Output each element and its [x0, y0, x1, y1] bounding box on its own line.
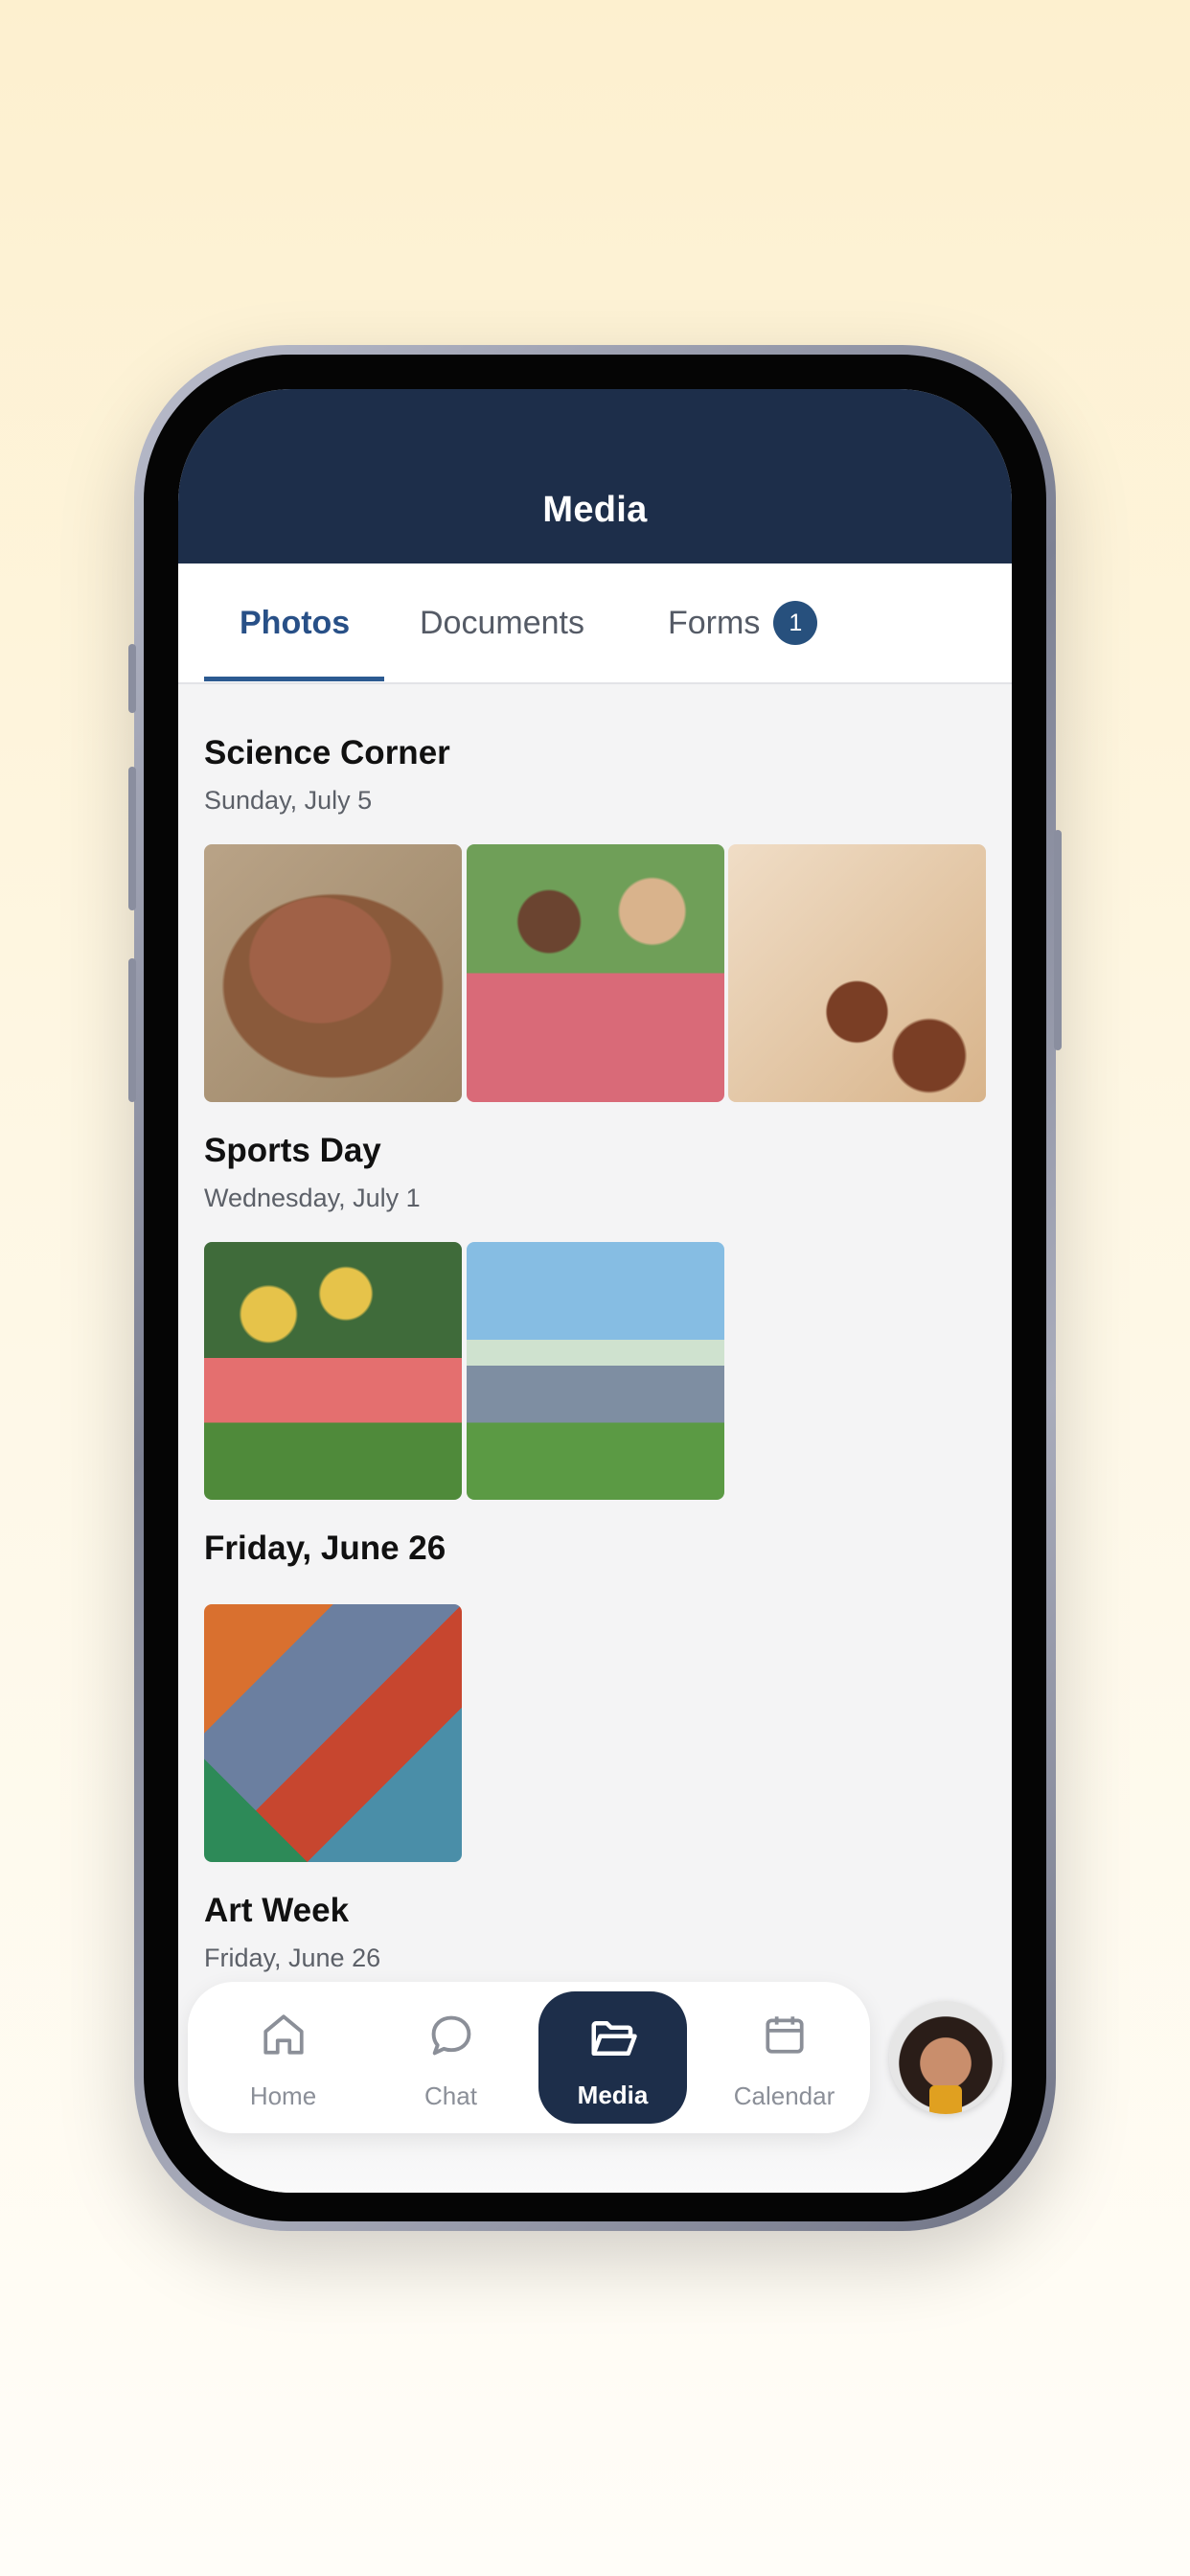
nav-calendar[interactable]: Calendar: [710, 1982, 858, 2133]
section-date: Sunday, July 5: [204, 786, 373, 815]
tab-label: Documents: [420, 604, 584, 641]
photo-thumbnail[interactable]: [467, 1242, 724, 1500]
phone-side-button: [128, 644, 136, 713]
tab-bar: Photos Documents Forms 1: [178, 564, 1012, 684]
forms-count-badge: 1: [773, 601, 818, 645]
chat-icon: [431, 2015, 470, 2056]
photo-thumbnail[interactable]: [204, 1604, 462, 1862]
app-header: Media: [178, 389, 1012, 564]
photo-thumbnail[interactable]: [204, 1242, 462, 1500]
nav-home[interactable]: Home: [209, 1982, 357, 2133]
bottom-navigation: Home Chat Media Calendar: [188, 1982, 870, 2133]
photo-thumbnail[interactable]: [204, 844, 462, 1102]
photo-thumbnail[interactable]: [728, 844, 986, 1102]
section-date: Wednesday, July 1: [204, 1184, 421, 1212]
tab-forms[interactable]: Forms 1: [668, 564, 818, 682]
tab-photos[interactable]: Photos: [240, 564, 350, 682]
nav-label: Calendar: [733, 2082, 835, 2110]
active-tab-indicator: [204, 677, 384, 681]
phone-side-button: [128, 958, 136, 1102]
page-title: Media: [542, 490, 648, 530]
home-icon: [263, 2014, 304, 2055]
folder-icon: [591, 2021, 637, 2056]
content-fade: [178, 2133, 1012, 2193]
tab-label: Photos: [240, 604, 351, 641]
nav-label: Media: [577, 2081, 649, 2109]
avatar[interactable]: [889, 2001, 1002, 2114]
tab-documents[interactable]: Documents: [420, 564, 584, 682]
section-title: Science Corner: [204, 734, 450, 771]
photo-thumbnail[interactable]: [467, 844, 724, 1102]
section-date: Friday, June 26: [204, 1944, 381, 1972]
tab-label: Forms: [668, 604, 761, 641]
app-screen: Media Photos Documents Forms 1 Science C…: [178, 389, 1012, 2193]
section-title: Art Week: [204, 1892, 350, 1929]
nav-chat[interactable]: Chat: [377, 1982, 525, 2133]
section-title: Sports Day: [204, 1132, 381, 1169]
phone-side-button: [1054, 830, 1062, 1050]
phone-side-button: [128, 767, 136, 910]
nav-label: Chat: [424, 2082, 477, 2110]
nav-label: Home: [249, 2082, 317, 2110]
nav-media[interactable]: Media: [538, 1991, 687, 2124]
calendar-icon: [765, 2016, 804, 2054]
section-title: Friday, June 26: [204, 1530, 446, 1567]
